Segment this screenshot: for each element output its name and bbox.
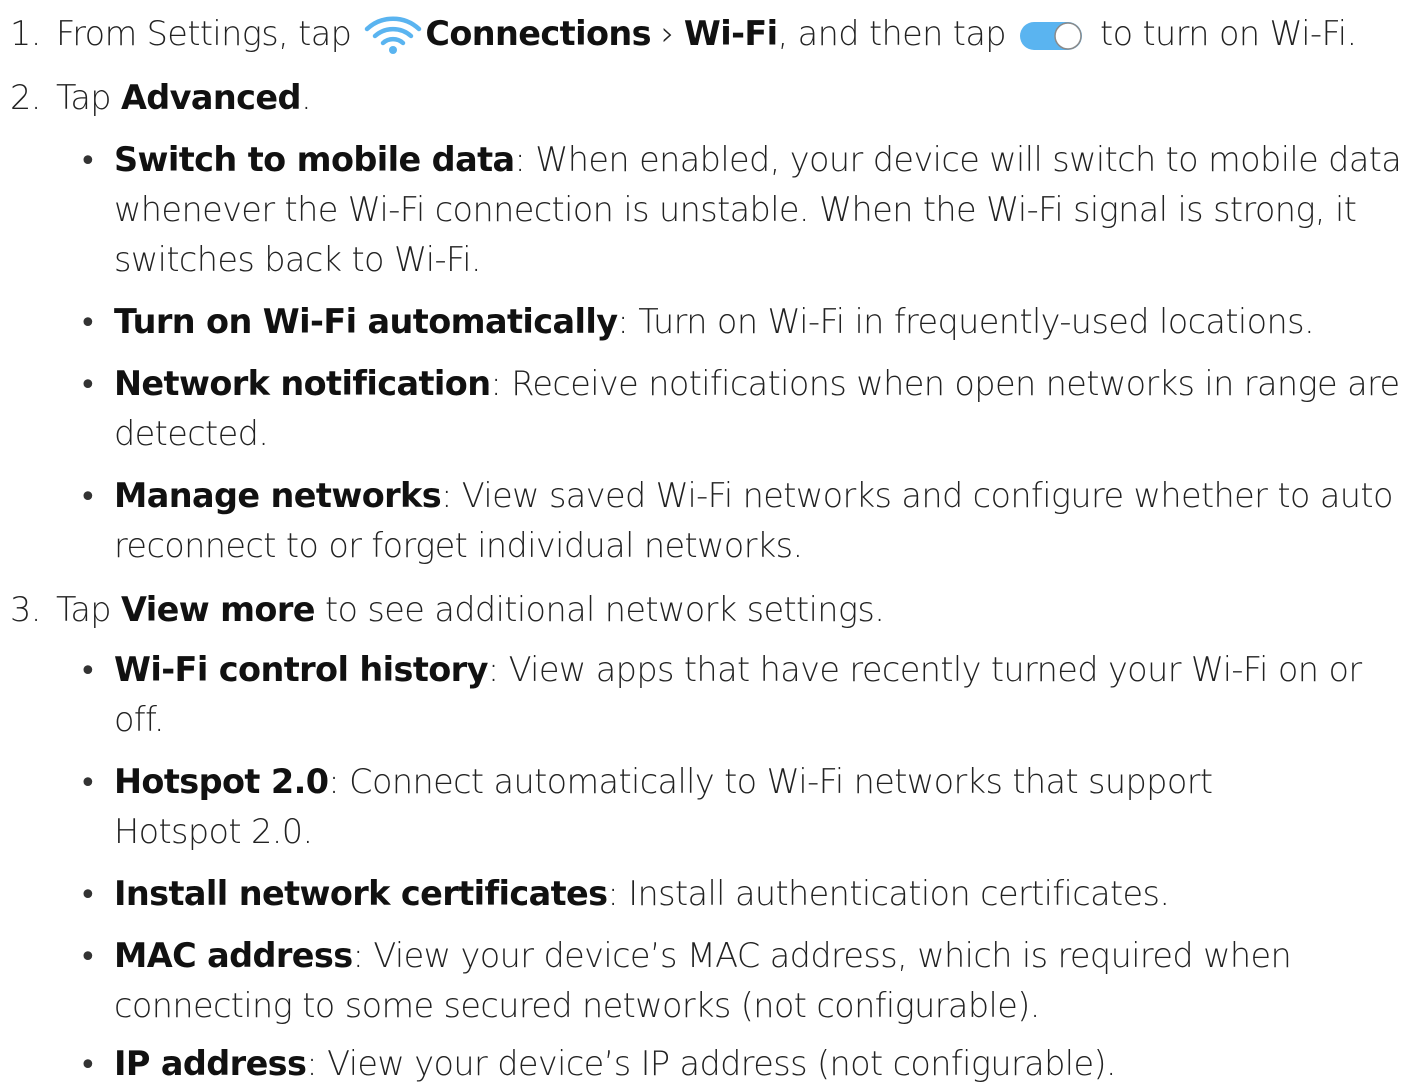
list-item-continuation: reconnect to or forget individual networ…	[114, 526, 803, 565]
item-text: : View your device’s IP address (not con…	[306, 1044, 1116, 1083]
item-text: : Connect automatically to Wi-Fi network…	[328, 762, 1213, 801]
advanced-label: Advanced	[120, 78, 302, 117]
list-item: Hotspot 2.0: Connect automatically to Wi…	[114, 762, 1213, 802]
step-text: From Settings, tap	[56, 14, 362, 53]
bullet-marker: •	[79, 654, 97, 689]
bullet-marker: •	[79, 480, 97, 515]
item-text: : When enabled, your device will switch …	[514, 140, 1402, 179]
item-term: Install network certificates	[114, 874, 608, 913]
bullet-marker: •	[79, 878, 97, 913]
list-item-continuation: off.	[114, 700, 165, 739]
list-item: Network notification: Receive notificati…	[114, 364, 1400, 404]
item-term: Turn on Wi-Fi automatically	[114, 302, 618, 341]
view-more-label: View more	[120, 590, 316, 629]
list-item: MAC address: View your device’s MAC addr…	[114, 936, 1292, 976]
list-item: Switch to mobile data: When enabled, you…	[114, 140, 1402, 180]
connections-label: Connections	[425, 14, 651, 53]
list-item-continuation: switches back to Wi-Fi.	[114, 240, 482, 279]
toggle-switch-icon	[1016, 14, 1090, 54]
step-text: .	[300, 78, 312, 117]
wifi-label: Wi-Fi	[683, 14, 778, 53]
step-number: 1.	[10, 14, 41, 53]
item-text: : Install authentication certificates.	[607, 874, 1171, 913]
item-term: Manage networks	[114, 476, 442, 515]
wifi-icon	[361, 14, 425, 54]
step-1: 1. From Settings, tap Connections › Wi-Fi…	[10, 14, 1357, 54]
item-text: : Receive notifications when open networ…	[490, 364, 1400, 403]
bullet-marker: •	[79, 1048, 97, 1083]
step-text: Tap	[56, 78, 121, 117]
bullet-marker: •	[79, 144, 97, 179]
item-text: : View your device’s MAC address, which …	[352, 936, 1292, 975]
bullet-marker: •	[79, 306, 97, 341]
item-term: Switch to mobile data	[114, 140, 515, 179]
step-2: 2. Tap Advanced.	[10, 78, 312, 118]
breadcrumb-separator: ›	[650, 14, 684, 53]
step-text: Tap	[56, 590, 121, 629]
item-text: : View apps that have recently turned yo…	[487, 650, 1362, 689]
bullet-marker: •	[79, 766, 97, 801]
step-text: to turn on Wi-Fi.	[1089, 14, 1357, 53]
list-item-continuation: whenever the Wi-Fi connection is unstabl…	[114, 190, 1357, 229]
step-text: to see additional network settings.	[314, 590, 885, 629]
list-item: Manage networks: View saved Wi-Fi networ…	[114, 476, 1393, 516]
bullet-marker: •	[79, 940, 97, 975]
item-term: Network notification	[114, 364, 491, 403]
step-number: 3.	[10, 590, 41, 629]
item-term: Hotspot 2.0	[114, 762, 329, 801]
step-text: , and then tap	[777, 14, 1016, 53]
list-item: IP address: View your device’s IP addres…	[114, 1044, 1117, 1084]
list-item: Wi-Fi control history: View apps that ha…	[114, 650, 1362, 690]
bullet-marker: •	[79, 368, 97, 403]
step-number: 2.	[10, 78, 41, 117]
list-item: Turn on Wi-Fi automatically: Turn on Wi-…	[114, 302, 1315, 342]
item-term: MAC address	[114, 936, 353, 975]
step-3: 3. Tap View more to see additional networ…	[10, 590, 885, 630]
list-item-continuation: connecting to some secured networks (not…	[114, 986, 1040, 1025]
item-term: Wi-Fi control history	[114, 650, 488, 689]
list-item: Install network certificates: Install au…	[114, 874, 1171, 914]
item-text: : View saved Wi-Fi networks and configur…	[441, 476, 1393, 515]
list-item-continuation: Hotspot 2.0.	[114, 812, 313, 851]
list-item-continuation: detected.	[114, 414, 269, 453]
item-text: : Turn on Wi-Fi in frequently-used locat…	[617, 302, 1315, 341]
item-term: IP address	[114, 1044, 307, 1083]
